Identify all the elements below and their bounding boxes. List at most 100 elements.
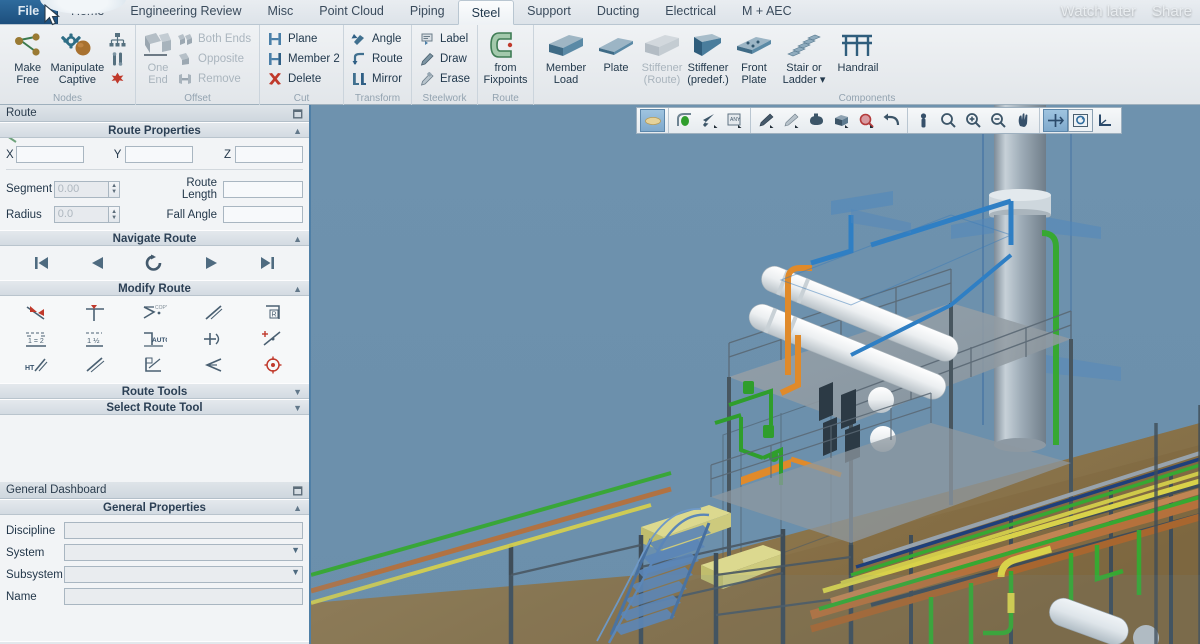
fall-angle-input[interactable] bbox=[223, 206, 303, 223]
stair-or-ladder-button[interactable]: Stair or Ladder ▾ bbox=[777, 27, 831, 86]
walk-mode-button[interactable] bbox=[911, 109, 936, 132]
stiffener-route-button[interactable]: Stiffener (Route) bbox=[639, 27, 685, 86]
split-segment-button[interactable] bbox=[184, 300, 243, 326]
modify-route-header[interactable]: Modify Route ▲ bbox=[0, 280, 309, 296]
divide-equal-button[interactable]: 1 = 2 bbox=[6, 326, 65, 352]
subsystem-select[interactable]: ▼ bbox=[63, 566, 303, 583]
previous-segment-button[interactable] bbox=[85, 251, 111, 275]
segment-spinner[interactable]: ▲ ▼ bbox=[109, 180, 120, 198]
any-filter-button[interactable]: ANY bbox=[722, 109, 747, 132]
zoom-window-button[interactable] bbox=[936, 109, 961, 132]
angle-button[interactable]: Angle bbox=[349, 29, 407, 49]
stiffener-predef-button[interactable]: Stiffener (predef.) bbox=[685, 27, 731, 86]
red-node-icon[interactable] bbox=[109, 68, 126, 87]
next-segment-button[interactable] bbox=[198, 251, 224, 275]
route-properties-header[interactable]: Route Properties ▲ bbox=[0, 122, 309, 138]
hierarchy-icon[interactable] bbox=[109, 30, 126, 49]
axis-view-button[interactable] bbox=[1093, 109, 1118, 132]
segment-input[interactable]: 0.00 bbox=[53, 180, 110, 198]
pick-object-button[interactable] bbox=[672, 109, 697, 132]
make-free-button[interactable]: Make Free bbox=[5, 27, 50, 86]
tab-steel[interactable]: Steel bbox=[457, 0, 515, 25]
zoom-in-button[interactable] bbox=[961, 109, 986, 132]
last-segment-button[interactable] bbox=[254, 251, 280, 275]
delete-cut-button[interactable]: Delete bbox=[265, 69, 344, 89]
chevron-down-icon[interactable]: ▼ bbox=[291, 567, 300, 577]
discipline-input[interactable] bbox=[63, 522, 303, 539]
offset-point-button[interactable] bbox=[244, 326, 303, 352]
insert-node-button[interactable] bbox=[65, 300, 124, 326]
front-plate-button[interactable]: Front Plate bbox=[731, 27, 777, 86]
z-input[interactable] bbox=[235, 146, 303, 163]
radius-spinner[interactable]: ▲ ▼ bbox=[109, 206, 120, 223]
chevron-down-icon[interactable]: ▼ bbox=[293, 384, 302, 400]
route-transform-button[interactable]: Route bbox=[349, 49, 407, 69]
rotate-view-button[interactable] bbox=[1068, 109, 1093, 132]
chevron-up-icon[interactable]: ▲ bbox=[293, 281, 302, 297]
cut-member2-button[interactable]: Member 2 bbox=[265, 49, 344, 69]
straight-segment-button[interactable] bbox=[65, 352, 124, 378]
ht-segment-button[interactable]: HT bbox=[6, 352, 65, 378]
chevron-up-icon[interactable]: ▲ bbox=[293, 500, 302, 516]
tab-home[interactable]: Home bbox=[58, 0, 117, 24]
handrail-button[interactable]: Handrail bbox=[831, 27, 885, 75]
opposite-button[interactable]: Opposite bbox=[175, 49, 255, 69]
auto-route-button[interactable]: AUTO bbox=[125, 326, 184, 352]
general-properties-header[interactable]: General Properties ▲ bbox=[0, 499, 309, 515]
two-pins-icon[interactable] bbox=[109, 49, 126, 68]
rotate-target-button[interactable] bbox=[244, 352, 303, 378]
delete-segment-button[interactable] bbox=[6, 300, 65, 326]
both-ends-button[interactable]: Both Ends bbox=[175, 29, 255, 49]
chevron-down-icon[interactable]: ▼ bbox=[293, 400, 302, 416]
x-input[interactable] bbox=[15, 146, 84, 163]
radius-input[interactable]: 0.0 bbox=[53, 206, 110, 223]
remove-offset-button[interactable]: Remove bbox=[175, 69, 255, 89]
tab-point-cloud[interactable]: Point Cloud bbox=[306, 0, 397, 24]
first-segment-button[interactable] bbox=[29, 251, 55, 275]
y-input[interactable] bbox=[125, 146, 194, 163]
route-length-input[interactable] bbox=[223, 180, 303, 198]
select-route-tool-header[interactable]: Select Route Tool ▼ bbox=[0, 399, 309, 415]
mirror-button[interactable]: Mirror bbox=[349, 69, 407, 89]
name-input[interactable] bbox=[63, 588, 303, 605]
tab-m-aec[interactable]: M + AEC bbox=[729, 0, 805, 24]
chevron-up-icon[interactable]: ▲ bbox=[293, 231, 302, 247]
route-tools-header[interactable]: Route Tools ▼ bbox=[0, 383, 309, 399]
corner-segment-button[interactable] bbox=[125, 352, 184, 378]
from-fixpoints-button[interactable]: from Fixpoints bbox=[483, 27, 528, 86]
eraser-button[interactable] bbox=[779, 109, 804, 132]
refresh-route-button[interactable] bbox=[141, 251, 167, 275]
box-view-button[interactable] bbox=[829, 109, 854, 132]
pan-button[interactable] bbox=[1011, 109, 1036, 132]
viewport-3d[interactable]: ANY bbox=[311, 105, 1200, 644]
erase-button[interactable]: Erase bbox=[417, 69, 474, 89]
one-end-button[interactable]: One End bbox=[141, 27, 175, 86]
crosshair-snap-button[interactable] bbox=[1043, 109, 1068, 132]
tab-ducting[interactable]: Ducting bbox=[584, 0, 652, 24]
copy-route-button[interactable]: COPY bbox=[125, 300, 184, 326]
tab-misc[interactable]: Misc bbox=[255, 0, 307, 24]
tab-support[interactable]: Support bbox=[514, 0, 584, 24]
paint-button[interactable] bbox=[804, 109, 829, 132]
chevron-down-icon[interactable]: ▼ bbox=[291, 545, 300, 555]
trim-segment-button[interactable] bbox=[184, 352, 243, 378]
radius-r-button[interactable]: R bbox=[244, 300, 303, 326]
draw-button[interactable]: Draw bbox=[417, 49, 474, 69]
divide-half-button[interactable]: 1 ½ bbox=[65, 326, 124, 352]
pencil-draw-button[interactable] bbox=[754, 109, 779, 132]
arrow-select-button[interactable] bbox=[697, 109, 722, 132]
undo-button[interactable] bbox=[879, 109, 904, 132]
tab-piping[interactable]: Piping bbox=[397, 0, 458, 24]
tab-electrical[interactable]: Electrical bbox=[652, 0, 729, 24]
zoom-search-button[interactable] bbox=[854, 109, 879, 132]
cut-plane-button[interactable]: Plane bbox=[265, 29, 344, 49]
system-select[interactable]: ▼ bbox=[63, 544, 303, 561]
add-angle-button[interactable] bbox=[184, 326, 243, 352]
chevron-up-icon[interactable]: ▲ bbox=[293, 123, 302, 139]
select-mode-button[interactable] bbox=[640, 109, 665, 132]
navigate-route-header[interactable]: Navigate Route ▲ bbox=[0, 230, 309, 246]
tab-engineering-review[interactable]: Engineering Review bbox=[117, 0, 254, 24]
zoom-out-button[interactable] bbox=[986, 109, 1011, 132]
member-load-button[interactable]: Member Load bbox=[539, 27, 593, 86]
manipulate-captive-button[interactable]: Manipulate Captive bbox=[50, 27, 104, 86]
